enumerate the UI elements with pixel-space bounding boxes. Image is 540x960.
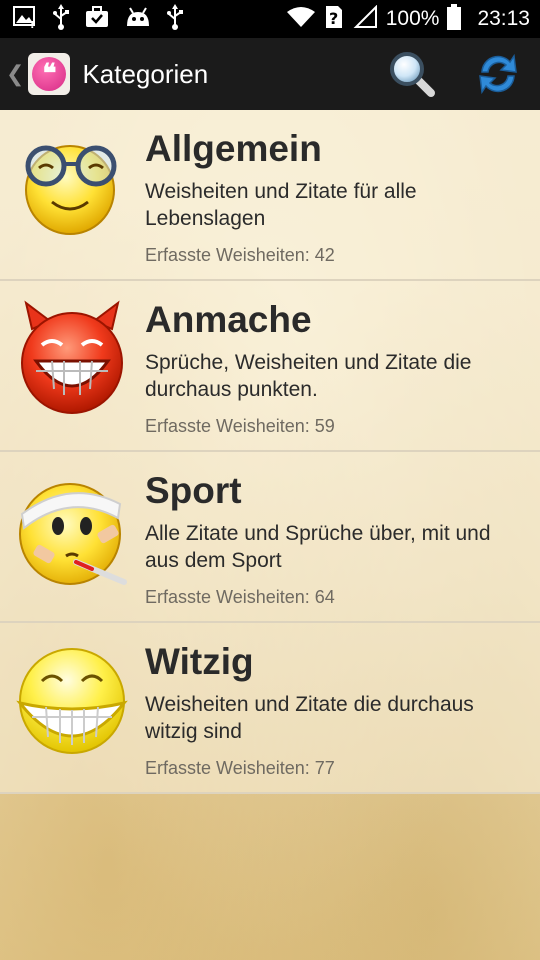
category-description: Alle Zitate und Sprüche über, mit und au…	[145, 522, 491, 572]
action-bar-actions	[388, 50, 540, 98]
category-title: Sport	[145, 470, 242, 511]
svg-text:!: !	[30, 20, 35, 29]
usb-icon	[52, 3, 70, 35]
system-icons: ? 100% 23:13	[286, 3, 540, 35]
category-description: Weisheiten und Zitate die durchaus witzi…	[145, 693, 474, 743]
category-count: Erfasste Weisheiten: 59	[145, 416, 335, 436]
refresh-button[interactable]	[474, 50, 522, 98]
status-bar: ! ? 100% 23:13	[0, 0, 540, 38]
back-chevron-icon[interactable]: ❮	[6, 61, 24, 87]
notification-icons: !	[0, 3, 184, 35]
list-item-anmache[interactable]: Anmache Sprüche, Weisheiten und Zitate d…	[0, 281, 540, 452]
category-title: Anmache	[145, 299, 312, 340]
battery-percent: 100%	[385, 7, 440, 30]
category-count: Erfasste Weisheiten: 42	[145, 245, 335, 265]
image-notification-icon: !	[12, 5, 38, 34]
category-count: Erfasste Weisheiten: 64	[145, 587, 335, 607]
unknown-sim-icon: ?	[324, 4, 344, 35]
category-count: Erfasste Weisheiten: 77	[145, 758, 335, 778]
list-item-sport[interactable]: Sport Alle Zitate und Sprüche über, mit …	[0, 452, 540, 623]
category-description: Weisheiten und Zitate für alle Lebenslag…	[145, 180, 417, 230]
list-item-witzig[interactable]: Witzig Weisheiten und Zitate die durchau…	[0, 623, 540, 794]
wifi-icon	[286, 6, 316, 33]
clock: 23:13	[477, 7, 530, 30]
usb-icon	[166, 3, 184, 35]
android-icon	[124, 6, 152, 33]
category-title: Witzig	[145, 641, 254, 682]
smiley-glasses-icon	[25, 145, 117, 235]
smiley-devil-icon	[21, 300, 123, 414]
smiley-grin-icon	[16, 648, 128, 754]
app-icon[interactable]: ❝	[28, 53, 71, 95]
category-list: Allgemein Weisheiten und Zitate für alle…	[0, 110, 540, 794]
briefcase-check-icon	[84, 5, 110, 34]
refresh-icon	[479, 53, 517, 95]
action-bar: ❮ ❝ Kategorien	[0, 38, 540, 110]
category-description: Sprüche, Weisheiten und Zitate die durch…	[145, 351, 472, 401]
search-button[interactable]	[388, 50, 436, 98]
battery-icon	[447, 3, 462, 35]
signal-icon	[352, 4, 378, 34]
list-item-allgemein[interactable]: Allgemein Weisheiten und Zitate für alle…	[0, 110, 540, 281]
page-title: Kategorien	[82, 58, 209, 89]
search-icon	[390, 52, 435, 97]
svg-text:?: ?	[329, 9, 338, 28]
smiley-injured-icon	[19, 483, 127, 585]
quote-icon: ❝	[32, 57, 67, 91]
category-title: Allgemein	[145, 128, 322, 169]
